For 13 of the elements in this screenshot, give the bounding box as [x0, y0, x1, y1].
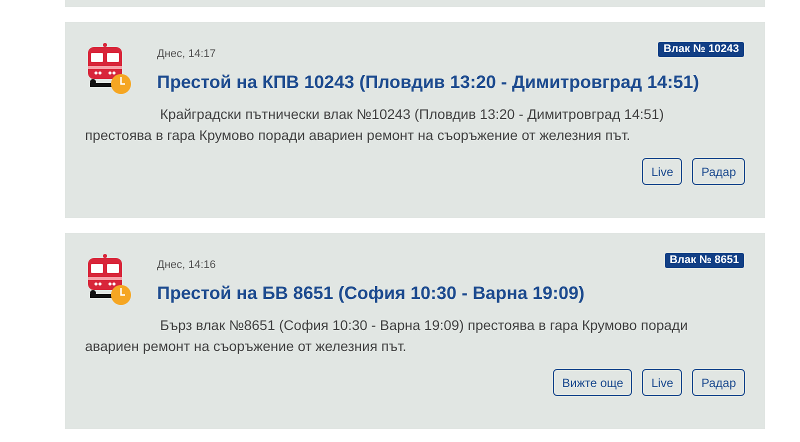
action-button[interactable]: Live — [642, 158, 682, 185]
notification-title: Престой на КПВ 10243 (Пловдив 13:20 - Димитровград 14:51) — [157, 71, 700, 93]
notification-text: Крайградски пътнически влак №10243 (Пловдив 13:20 - Димитровград 14:51) престоява в гара Крумово поради авариен ремонт на съоръжение от железния път. — [85, 105, 665, 145]
action-button[interactable]: Live — [642, 369, 682, 396]
action-button[interactable]: Вижте още — [553, 369, 632, 396]
train-number-badge: Влак № 8651 — [664, 253, 744, 268]
timestamp: Днес, 14:17 — [157, 47, 216, 61]
action-button[interactable]: Радар — [692, 369, 745, 396]
action-button[interactable]: Радар — [692, 158, 745, 185]
notification-text: Бърз влак №8651 (София 10:30 - Варна 19:09) престоява в гара Крумово поради авариен ремонт на съоръжение от железния път. — [85, 316, 689, 356]
timestamp: Днес, 14:16 — [157, 258, 216, 272]
notification-title: Престой на БВ 8651 (София 10:30 - Варна 19:09) — [157, 282, 584, 304]
train-number-badge: Влак № 10243 — [658, 42, 744, 57]
